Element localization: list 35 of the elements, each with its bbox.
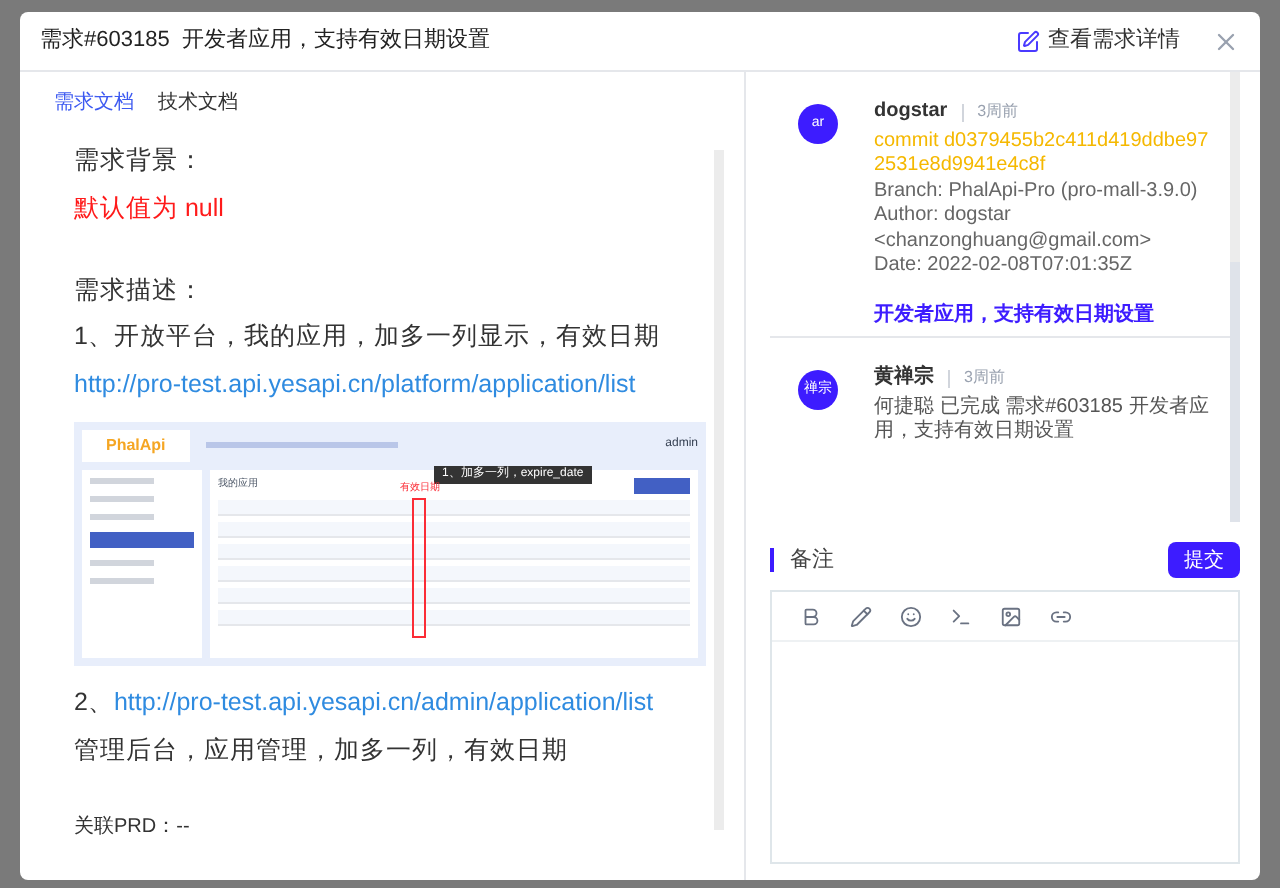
list-number: 2、 (74, 687, 114, 716)
doc-tab[interactable]: 技术文档 (158, 88, 238, 118)
comment-author: dogstar (874, 100, 948, 125)
commit-hash: commit d0379455b2c411d419ddbe972531e8d9941e4c8f (874, 129, 1211, 179)
screenshot-logo: PhalApi (82, 429, 190, 462)
doc-paragraph: 管理后台，应用管理，加多一列，有效日期 (74, 733, 570, 767)
smiley-icon[interactable] (900, 605, 922, 627)
commit-detail: Branch: PhalApi-Pro (pro-mall-3.9.0) (874, 179, 1200, 204)
commit-detail: Date: 2022-02-08T07:01:35Z (874, 254, 1134, 279)
terminal-icon[interactable] (950, 605, 972, 627)
comment-text: 何捷聪 已完成 需求#603185 开发者应用，支持有效日期设置 (874, 395, 1211, 445)
doc-tab[interactable]: 需求文档 (54, 88, 134, 118)
doc-paragraph: 需求描述： (74, 273, 206, 307)
doc-paragraph: 默认值为 null (74, 191, 226, 226)
doc-paragraph: 关联PRD：-- (74, 813, 192, 843)
dialog-title: 需求#603185 开发者应用，支持有效日期设置 (40, 25, 490, 57)
remark-label: 备注 (790, 545, 834, 576)
bold-icon[interactable] (800, 605, 822, 627)
commit-title[interactable]: 开发者应用，支持有效日期设置 (874, 303, 1230, 328)
pencil-icon[interactable] (850, 605, 872, 627)
commit-detail: Author: dogstar <chanzonghuang@gmail.com> (874, 204, 1154, 254)
section-marker (770, 548, 774, 572)
comment-author: 黄禅宗 (874, 366, 934, 391)
highlight-frame (412, 497, 426, 638)
comment-time: 3周前 (977, 100, 1019, 124)
doc-paragraph: 1、开放平台，我的应用，加多一列显示，有效日期 (74, 320, 662, 355)
doc-link[interactable]: http://pro-test.api.yesapi.cn/admin/application/list (113, 687, 654, 716)
doc-link[interactable]: http://pro-test.api.yesapi.cn/platform/application/list (74, 366, 706, 404)
submit-button[interactable]: 提交 (1168, 542, 1240, 578)
doc-paragraph: 需求背景： (74, 144, 206, 178)
image-icon[interactable] (1000, 605, 1022, 627)
edit-icon (1016, 29, 1040, 53)
comment-time: 3周前 (964, 366, 1005, 390)
scrollbar[interactable] (1230, 72, 1240, 522)
view-details-link[interactable]: 查看需求详情 (1016, 24, 1180, 58)
